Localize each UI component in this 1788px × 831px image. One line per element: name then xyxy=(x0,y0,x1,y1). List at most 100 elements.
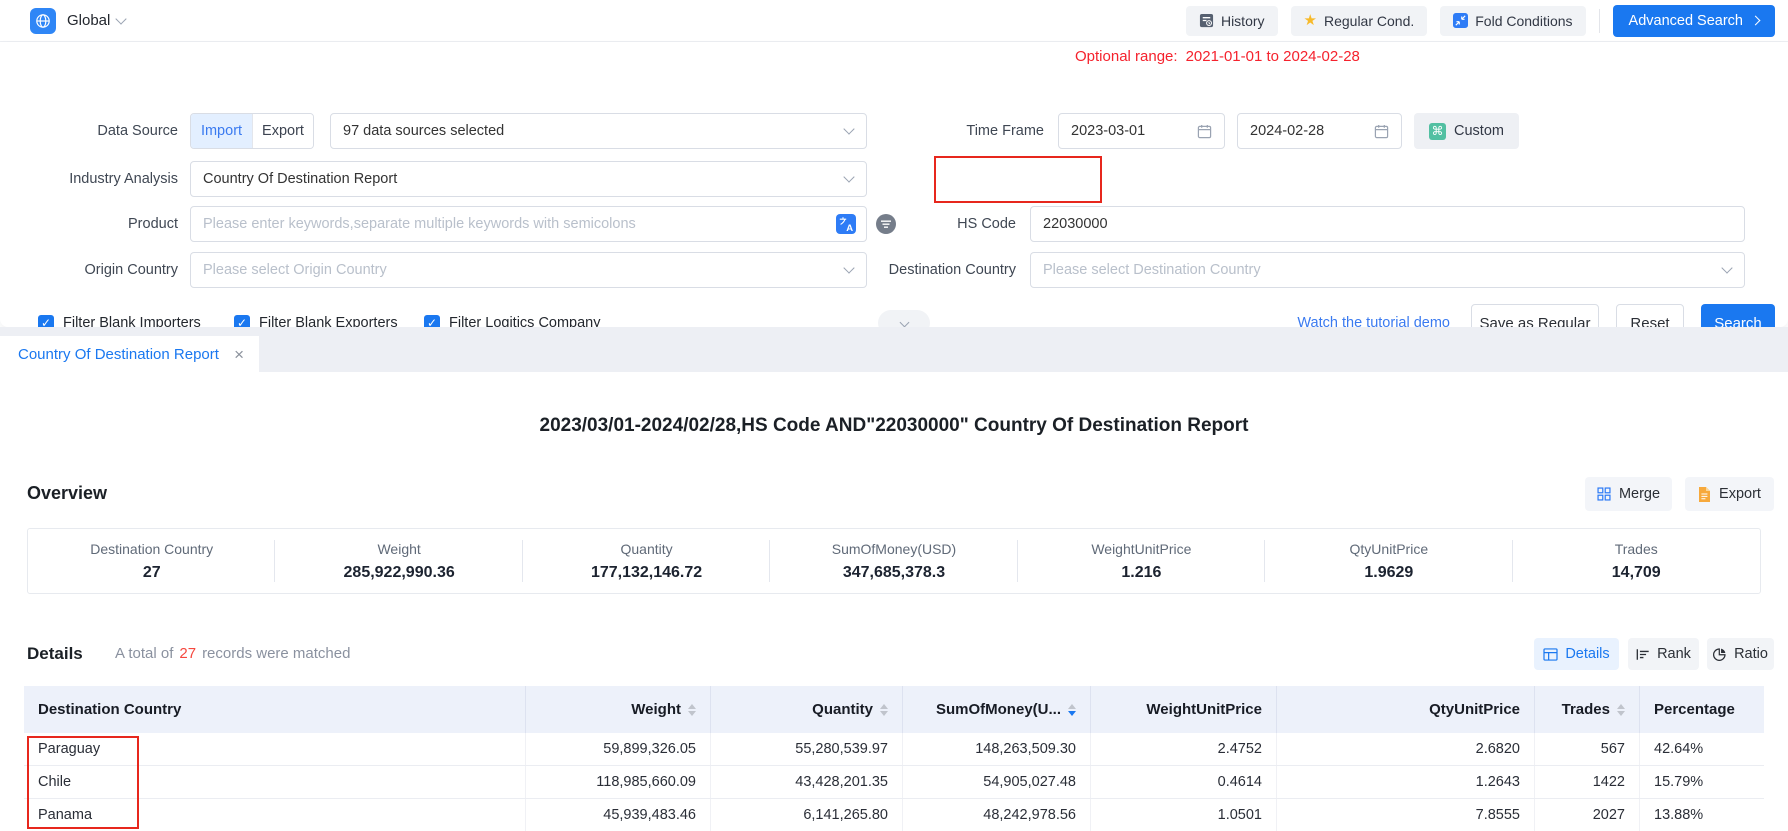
col-qty-unit-price: QtyUnitPrice xyxy=(1276,686,1534,733)
view-rank-button[interactable]: Rank xyxy=(1628,638,1699,670)
history-button[interactable]: History xyxy=(1186,6,1278,36)
advanced-search-button[interactable]: Advanced Search xyxy=(1613,5,1775,37)
view-details-button[interactable]: Details xyxy=(1534,638,1619,670)
history-label: History xyxy=(1221,13,1265,29)
chevron-down-icon xyxy=(843,123,854,134)
cell-sum-of-money: 148,263,509.30 xyxy=(902,733,1090,765)
table-row: Panama 45,939,483.46 6,141,265.80 48,242… xyxy=(24,799,1764,831)
col-weight[interactable]: Weight xyxy=(525,686,710,733)
view-details-label: Details xyxy=(1565,646,1609,662)
industry-analysis-label: Industry Analysis xyxy=(28,161,178,197)
data-source-label: Data Source xyxy=(28,113,178,149)
chevron-down-icon xyxy=(843,171,854,182)
cell-qty-unit-price: 2.6820 xyxy=(1276,733,1534,765)
cell-qty-unit-price: 1.2643 xyxy=(1276,766,1534,798)
close-icon[interactable]: × xyxy=(234,346,244,363)
command-icon: ⌘ xyxy=(1429,123,1446,140)
cell-trades: 1422 xyxy=(1534,766,1639,798)
stat-weight: Weight 285,922,990.36 xyxy=(275,529,522,593)
start-date-value: 2023-03-01 xyxy=(1071,123,1145,139)
table-row: Paraguay 59,899,326.05 55,280,539.97 148… xyxy=(24,733,1764,766)
origin-country-select[interactable]: Please select Origin Country xyxy=(190,252,867,288)
fold-conditions-button[interactable]: Fold Conditions xyxy=(1440,6,1585,36)
cell-weight-unit-price: 2.4752 xyxy=(1090,733,1276,765)
sort-icon[interactable] xyxy=(1617,704,1625,716)
col-trades[interactable]: Trades xyxy=(1534,686,1639,733)
search-filter-panel: Optional range:2021-01-01 to 2024-02-28 … xyxy=(0,42,1788,327)
translate-icon[interactable]: A xyxy=(836,214,856,234)
cell-qty-unit-price: 7.8555 xyxy=(1276,799,1534,831)
region-selector[interactable]: Global xyxy=(30,8,125,34)
globe-icon xyxy=(30,8,56,34)
history-icon xyxy=(1199,13,1214,28)
sort-icon[interactable] xyxy=(688,704,696,716)
match-summary: A total of27records were matched xyxy=(115,637,350,671)
chevron-down-icon xyxy=(116,13,127,24)
data-sources-select[interactable]: 97 data sources selected xyxy=(330,113,867,149)
table-header-row: Destination Country Weight Quantity SumO… xyxy=(24,686,1764,733)
cell-trades: 2027 xyxy=(1534,799,1639,831)
cell-quantity: 55,280,539.97 xyxy=(710,733,902,765)
regular-cond-button[interactable]: ★ Regular Cond. xyxy=(1291,6,1428,36)
overview-stats-bar: Destination Country 27 Weight 285,922,99… xyxy=(27,528,1761,594)
chevron-down-icon xyxy=(843,262,854,273)
industry-analysis-select[interactable]: Country Of Destination Report xyxy=(190,161,867,197)
rank-icon xyxy=(1636,648,1650,661)
svg-text:A: A xyxy=(846,223,853,234)
merge-label: Merge xyxy=(1619,486,1660,502)
data-source-toggle: Import Export xyxy=(190,113,314,149)
merge-icon xyxy=(1597,487,1611,501)
end-date-field[interactable]: 2024-02-28 xyxy=(1237,113,1402,149)
hs-code-input[interactable] xyxy=(1030,206,1745,242)
time-frame-label: Time Frame xyxy=(894,113,1044,149)
sort-icon[interactable] xyxy=(880,704,888,716)
start-date-field[interactable]: 2023-03-01 xyxy=(1058,113,1225,149)
regular-cond-label: Regular Cond. xyxy=(1324,13,1414,29)
stat-quantity: Quantity 177,132,146.72 xyxy=(523,529,770,593)
region-label: Global xyxy=(67,12,110,29)
view-ratio-button[interactable]: Ratio xyxy=(1707,638,1774,670)
col-destination-country: Destination Country xyxy=(24,686,525,733)
export-button[interactable]: Export xyxy=(1685,477,1774,511)
col-quantity[interactable]: Quantity xyxy=(710,686,902,733)
import-tab[interactable]: Import xyxy=(191,114,252,148)
export-file-icon xyxy=(1698,487,1711,502)
origin-country-placeholder: Please select Origin Country xyxy=(203,262,387,278)
stat-trades: Trades 14,709 xyxy=(1513,529,1760,593)
details-heading: Details xyxy=(27,644,83,664)
fold-icon xyxy=(1453,13,1468,28)
destination-country-label: Destination Country xyxy=(866,252,1016,288)
cell-weight: 118,985,660.09 xyxy=(525,766,710,798)
cell-sum-of-money: 48,242,978.56 xyxy=(902,799,1090,831)
trade-data-app: Global History ★ Regular Cond. Fold Cond… xyxy=(0,0,1788,831)
chevron-right-icon xyxy=(1751,16,1761,26)
destination-country-select[interactable]: Please select Destination Country xyxy=(1030,252,1745,288)
cell-weight: 59,899,326.05 xyxy=(525,733,710,765)
sort-icon-active-desc[interactable] xyxy=(1068,704,1076,716)
optional-range-hint: Optional range:2021-01-01 to 2024-02-28 xyxy=(1075,48,1360,65)
col-sum-of-money[interactable]: SumOfMoney(U... xyxy=(902,686,1090,733)
view-ratio-label: Ratio xyxy=(1734,646,1768,662)
stat-weight-unit-price: WeightUnitPrice 1.216 xyxy=(1018,529,1265,593)
col-weight-unit-price: WeightUnitPrice xyxy=(1090,686,1276,733)
end-date-value: 2024-02-28 xyxy=(1250,123,1324,139)
export-tab[interactable]: Export xyxy=(252,114,313,148)
hs-code-label: HS Code xyxy=(866,206,1016,242)
custom-range-button[interactable]: ⌘ Custom xyxy=(1414,113,1519,149)
cell-trades: 567 xyxy=(1534,733,1639,765)
optional-range-label: Optional range: xyxy=(1075,48,1178,65)
chevron-down-icon xyxy=(1721,262,1732,273)
cell-percentage: 15.79% xyxy=(1639,766,1764,798)
overview-heading: Overview xyxy=(27,483,107,504)
calendar-icon xyxy=(1374,124,1389,139)
tab-country-of-destination-report[interactable]: Country Of Destination Report × xyxy=(0,336,259,372)
topbar-actions: History ★ Regular Cond. Fold Conditions … xyxy=(1186,5,1788,37)
stat-sum-of-money: SumOfMoney(USD) 347,685,378.3 xyxy=(770,529,1017,593)
industry-analysis-value: Country Of Destination Report xyxy=(203,171,397,187)
cell-sum-of-money: 54,905,027.48 xyxy=(902,766,1090,798)
cell-country: Panama xyxy=(24,799,525,831)
product-input[interactable] xyxy=(190,206,867,242)
star-icon: ★ xyxy=(1304,13,1317,28)
merge-button[interactable]: Merge xyxy=(1585,477,1672,511)
pie-chart-icon xyxy=(1713,647,1727,661)
